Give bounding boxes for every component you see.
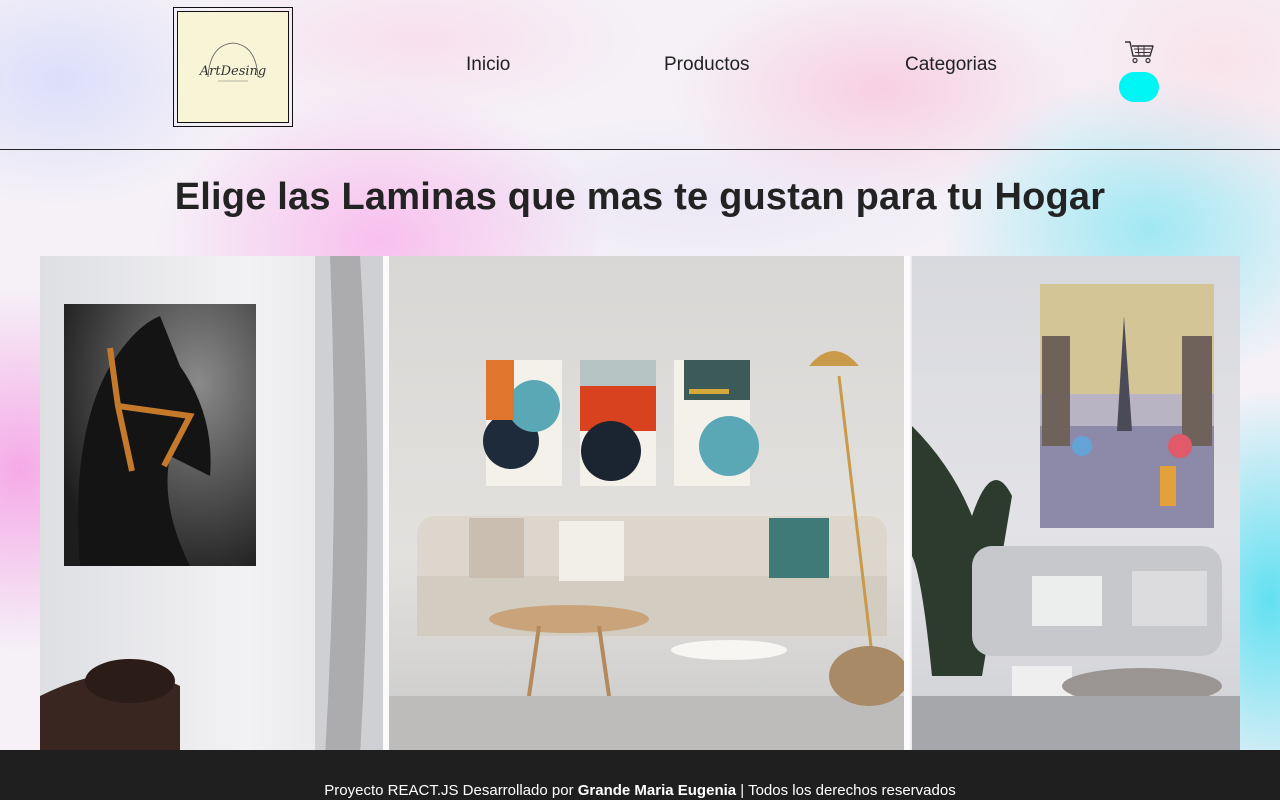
- nav-categorias[interactable]: Categorias: [905, 54, 997, 76]
- hero-title: Elige las Laminas que mas te gustan para…: [174, 176, 1106, 218]
- nav-productos[interactable]: Productos: [664, 54, 750, 76]
- gallery-divider: [904, 256, 910, 756]
- logo-image: ArtDesing: [177, 11, 289, 123]
- logo-mark: ArtDesing: [199, 42, 266, 82]
- nav-inicio[interactable]: Inicio: [466, 54, 510, 76]
- footer-text: Proyecto REACT.JS Desarrollado por Grand…: [324, 782, 955, 799]
- gallery-image-horse: [40, 256, 383, 756]
- cart-icon[interactable]: [1124, 40, 1156, 64]
- cart-count-badge[interactable]: [1119, 72, 1159, 102]
- footer-suffix: | Todos los derechos reservados: [736, 782, 956, 799]
- svg-text:ArtDesing: ArtDesing: [199, 64, 266, 79]
- site-footer: Proyecto REACT.JS Desarrollado por Grand…: [0, 750, 1280, 800]
- gallery-image-paris: [912, 256, 1240, 756]
- logo[interactable]: ArtDesing: [173, 7, 293, 127]
- hero-gallery: [40, 256, 1240, 756]
- footer-prefix: Proyecto REACT.JS Desarrollado por: [324, 782, 578, 799]
- site-header: ArtDesing Inicio Productos Categorias: [0, 0, 1280, 150]
- footer-author: Grande Maria Eugenia: [577, 782, 737, 799]
- gallery-image-living-room: [389, 256, 904, 756]
